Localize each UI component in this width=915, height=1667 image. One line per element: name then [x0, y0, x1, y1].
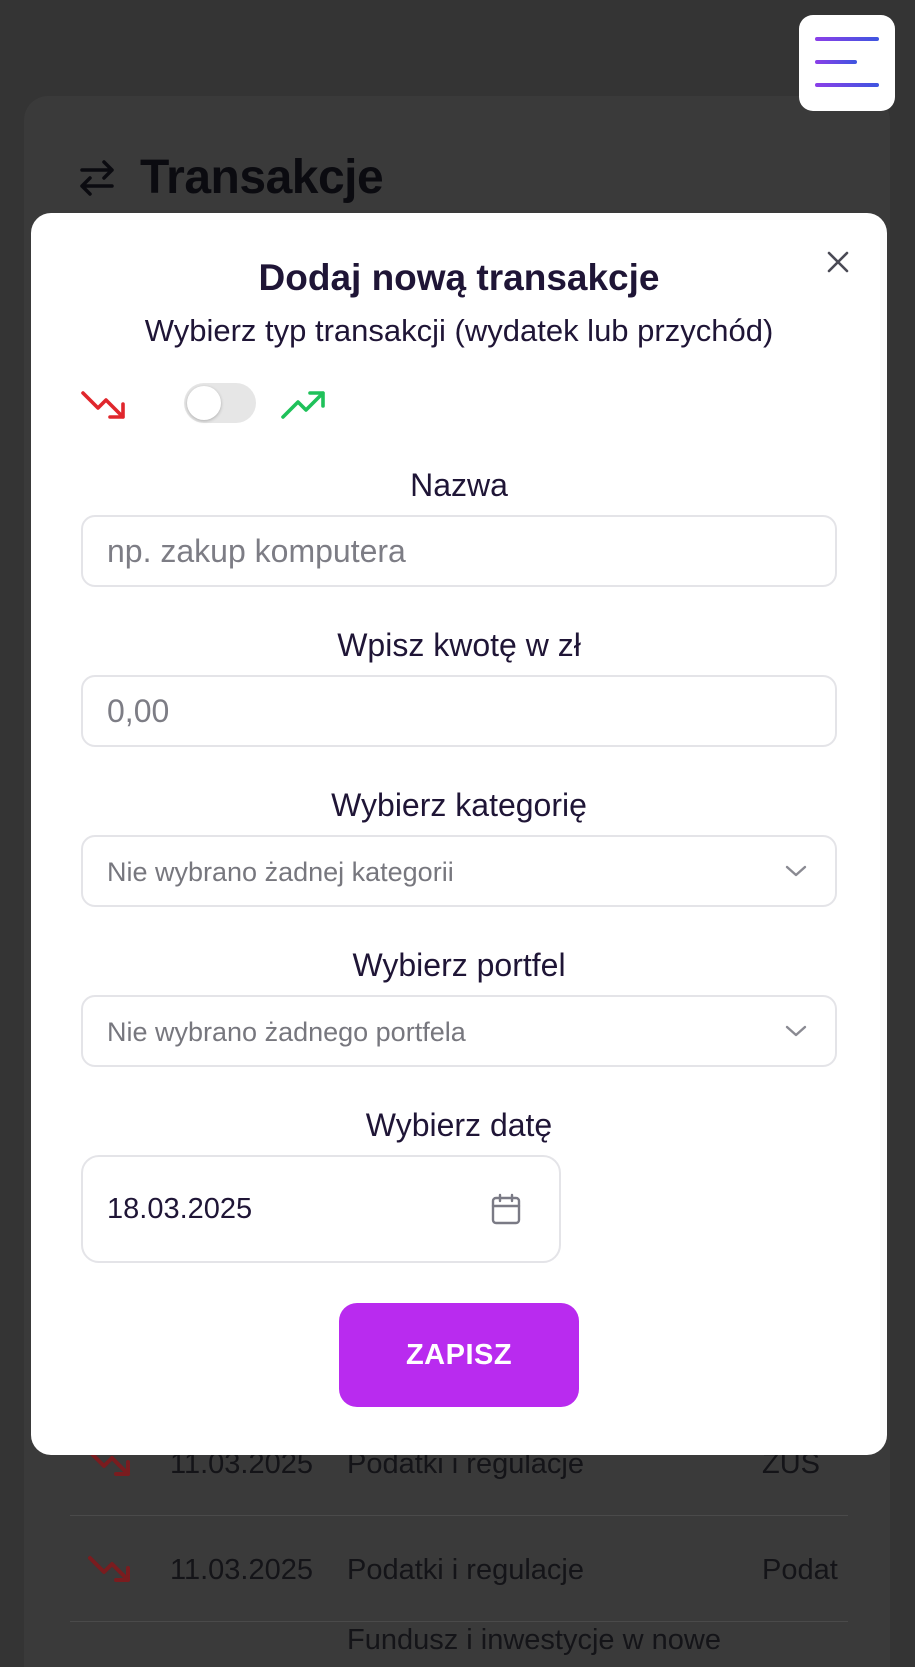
- toggle-knob: [187, 386, 221, 420]
- save-button[interactable]: ZAPISZ: [339, 1303, 579, 1407]
- transaction-type-switch: [81, 383, 341, 429]
- wallet-label: Wybierz portfel: [352, 947, 566, 983]
- calendar-icon[interactable]: [491, 1193, 521, 1225]
- wallet-selected-value: Nie wybrano żadnego portfela: [107, 1017, 466, 1047]
- modal-title: Dodaj nową transakcje: [258, 257, 660, 298]
- modal-subtitle: Wybierz typ transakcji (wydatek lub przy…: [144, 313, 774, 348]
- date-input[interactable]: 18.03.2025: [81, 1155, 561, 1263]
- page-header: Transakcje: [76, 150, 384, 205]
- type-toggle[interactable]: [184, 383, 256, 423]
- row-category: Podatki i regulacje: [347, 1554, 584, 1586]
- arrows-left-right-icon: [80, 159, 114, 196]
- name-field: [81, 515, 837, 587]
- row-date: 11.03.2025: [170, 1554, 313, 1586]
- row-name: Podat: [762, 1554, 838, 1586]
- page-title: Transakcje: [140, 151, 384, 204]
- date-value: 18.03.2025: [107, 1193, 253, 1225]
- trending-up-icon: [281, 391, 325, 419]
- date-label: Wybierz datę: [365, 1107, 553, 1143]
- amount-field: [81, 675, 837, 747]
- trending-down-icon: [81, 391, 125, 419]
- amount-label: Wpisz kwotę w zł: [337, 627, 581, 663]
- amount-input[interactable]: [83, 677, 835, 745]
- menu-button[interactable]: [799, 15, 895, 111]
- category-select[interactable]: Nie wybrano żadnej kategorii: [81, 835, 837, 907]
- wallet-select[interactable]: Nie wybrano żadnego portfela: [81, 995, 837, 1067]
- category-label: Wybierz kategorię: [331, 787, 587, 823]
- trending-down-icon: [88, 1556, 130, 1582]
- category-selected-value: Nie wybrano żadnej kategorii: [107, 857, 454, 887]
- chevron-down-icon: [785, 1025, 807, 1037]
- name-input[interactable]: [83, 517, 835, 585]
- name-label: Nazwa: [410, 467, 508, 503]
- chevron-down-icon: [785, 865, 807, 877]
- row-category: Fundusz i inwestycje w nowe: [347, 1624, 721, 1656]
- add-transaction-modal: Dodaj nową transakcje Wybierz typ transa…: [31, 213, 887, 1455]
- table-row[interactable]: 11.03.2025 Podatki i regulacje Podat: [70, 1524, 848, 1622]
- table-row[interactable]: Fundusz i inwestycje w nowe: [70, 1620, 848, 1667]
- hamburger-menu-icon: [815, 37, 879, 41]
